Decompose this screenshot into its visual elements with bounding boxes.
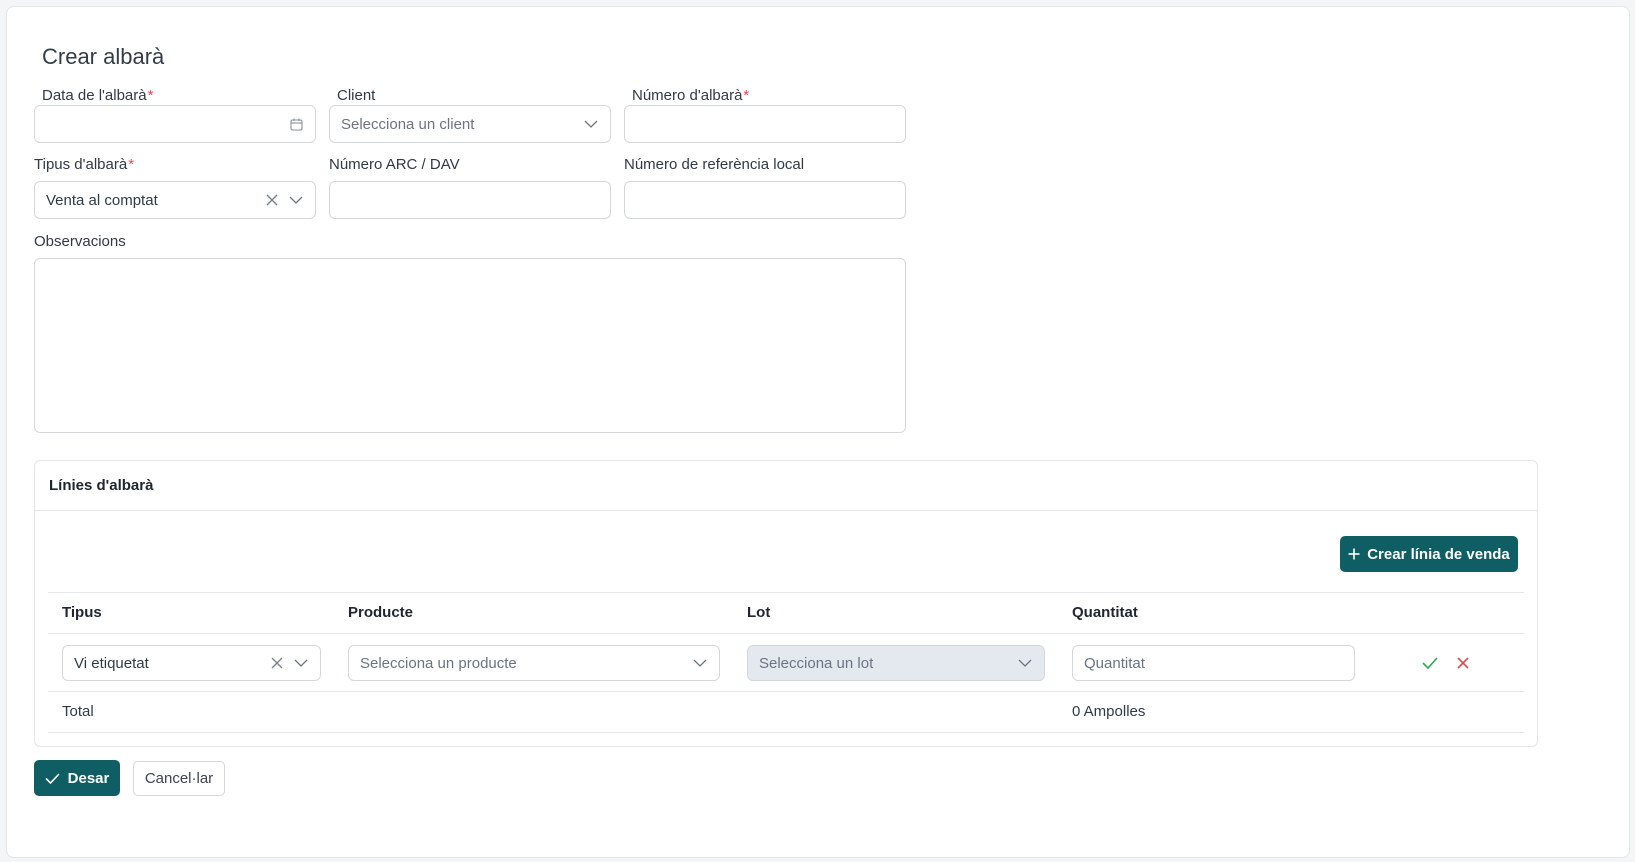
chevron-down-icon [1017,655,1033,671]
chevron-down-icon [293,655,309,671]
line-type-select[interactable]: Vi etiquetat [62,645,321,681]
notes-textarea[interactable] [34,258,906,433]
total-label: Total [62,703,94,720]
column-header-type: Tipus [62,604,102,621]
arc-label: Número ARC / DAV [329,156,460,173]
type-select[interactable]: Venta al comptat [34,181,316,219]
table-row-divider [48,691,1524,692]
local-ref-label: Número de referència local [624,156,805,173]
line-quantity-input[interactable]: Quantitat [1072,645,1355,681]
lines-panel: Línies d'albarà Crear línia de venda Tip… [34,460,1538,747]
save-button[interactable]: Desar [34,760,120,796]
client-select[interactable]: Selecciona un client [329,105,611,143]
column-header-product: Producte [348,604,414,621]
delete-x-icon[interactable] [1454,654,1472,672]
type-label: Tipus d'albarà* [34,156,135,173]
column-header-quantity: Quantitat [1072,604,1138,621]
column-header-lot: Lot [747,604,771,621]
check-icon [45,772,60,784]
lines-panel-title: Línies d'albarà [49,477,154,494]
clear-icon[interactable] [264,192,280,208]
page-title: Crear albarà [42,44,165,69]
create-line-button[interactable]: Crear línia de venda [1340,536,1518,572]
plus-icon [1348,548,1360,560]
notes-label: Observacions [34,233,126,250]
chevron-down-icon [583,116,599,132]
client-label: Client [337,87,376,104]
date-picker[interactable] [34,105,316,143]
arc-input[interactable] [329,181,611,219]
chevron-down-icon [692,655,708,671]
calendar-icon[interactable] [288,116,304,132]
chevron-down-icon [288,192,304,208]
form-card: Crear albarà Data de l'albarà* Client Nú… [6,6,1630,858]
confirm-check-icon[interactable] [1421,654,1439,672]
cancel-button[interactable]: Cancel·lar [133,761,225,796]
total-value: 0 Ampolles [1072,703,1146,720]
clear-icon[interactable] [269,655,285,671]
number-label: Número d'albarà* [632,87,750,104]
table-top-divider [48,592,1524,593]
table-header-divider [48,633,1524,634]
table-bottom-divider [48,732,1524,733]
lines-panel-header: Línies d'albarà [35,461,1537,511]
number-input[interactable] [624,105,906,143]
local-ref-input[interactable] [624,181,906,219]
line-lot-select: Selecciona un lot [747,645,1045,681]
date-label: Data de l'albarà* [42,87,154,104]
line-product-select[interactable]: Selecciona un producte [348,645,720,681]
